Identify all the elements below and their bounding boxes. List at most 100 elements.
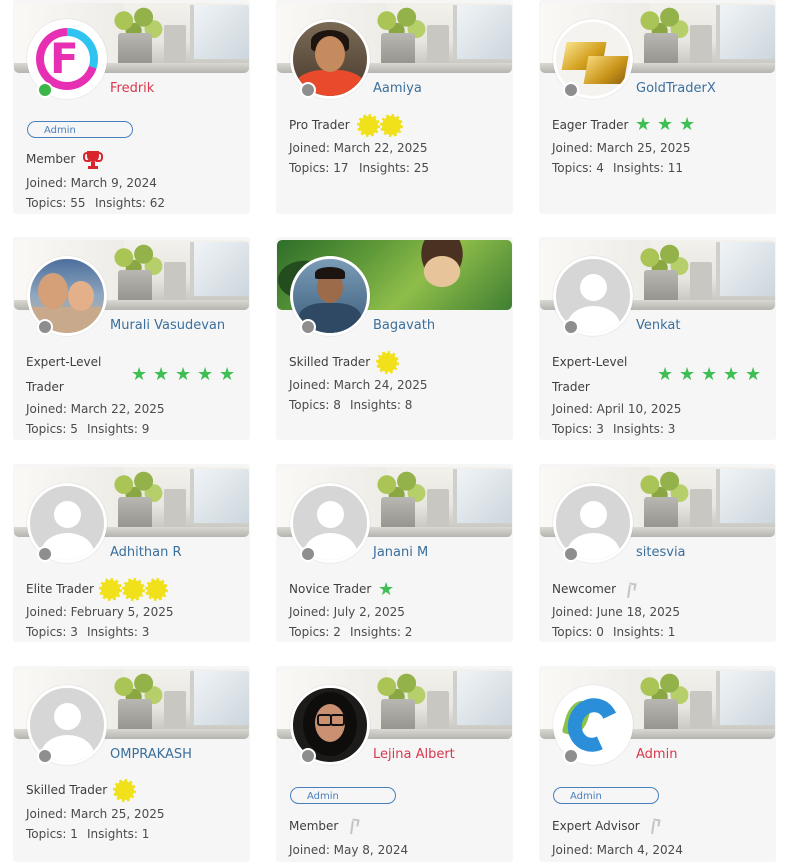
online-status-dot: [37, 82, 53, 98]
member-name[interactable]: Aamiya: [373, 81, 422, 96]
twig-icon: [623, 582, 635, 598]
offline-status-dot: [300, 319, 316, 335]
insights-count: Insights: 11: [613, 161, 684, 175]
member-card[interactable]: Lejina Albert Admin Member Joined: May 8…: [276, 666, 513, 862]
joined-date: Joined: March 22, 2025: [26, 402, 165, 416]
topics-count: Topics: 3: [26, 625, 78, 639]
member-card[interactable]: Venkat Expert-Level Trader ★ ★ ★ ★ ★ Joi…: [539, 237, 776, 440]
member-name[interactable]: Venkat: [636, 318, 680, 333]
member-card[interactable]: Bagavath Skilled Trader Joined: March 24…: [276, 237, 513, 440]
star-icon: ★: [657, 364, 674, 385]
rank-label: Expert Advisor: [552, 819, 640, 833]
rank-label: Member: [26, 152, 76, 166]
topics-count: Topics: 55: [26, 196, 86, 210]
member-card[interactable]: GoldTraderX Eager Trader ★ ★ ★ Joined: M…: [539, 0, 776, 214]
topics-count: Topics: 8: [289, 398, 341, 412]
member-name[interactable]: GoldTraderX: [636, 81, 716, 96]
member-name[interactable]: OMPRAKASH: [110, 747, 192, 762]
joined-date: Joined: March 25, 2025: [552, 141, 691, 155]
rank-label: Skilled Trader: [289, 355, 371, 369]
star-icon: ★: [745, 364, 762, 385]
member-name[interactable]: Admin: [636, 747, 677, 762]
rank-label: Newcomer: [552, 582, 617, 596]
joined-date: Joined: July 2, 2025: [289, 605, 405, 619]
joined-date: Joined: February 5, 2025: [26, 605, 174, 619]
insights-count: Insights: 9: [87, 422, 150, 436]
member-card[interactable]: Aamiya Pro Trader Joined: March 22, 2025…: [276, 0, 513, 214]
rank-label: Novice Trader: [289, 582, 372, 596]
member-name[interactable]: Janani M: [373, 545, 428, 560]
admin-badge: Admin: [27, 121, 133, 138]
joined-date: Joined: March 22, 2025: [289, 141, 428, 155]
member-card[interactable]: Admin Admin Expert Advisor Joined: March…: [539, 666, 776, 862]
topics-count: Topics: 1: [26, 827, 78, 841]
topics-count: Topics: 2: [289, 625, 341, 639]
rank-label: Pro Trader: [289, 118, 350, 132]
offline-status-dot: [563, 546, 579, 562]
star-icon: ★: [153, 364, 170, 385]
insights-count: Insights: 1: [613, 625, 676, 639]
rank-label: Elite Trader: [26, 582, 94, 596]
insights-count: Insights: 62: [95, 196, 166, 210]
rank-label: Skilled Trader: [26, 783, 108, 797]
member-card[interactable]: Murali Vasudevan Expert-Level Trader ★ ★…: [13, 237, 250, 440]
joined-date: Joined: March 24, 2025: [289, 378, 428, 392]
star-icon: ★: [197, 364, 214, 385]
member-card[interactable]: F Fredrik Admin Member Joined: March 9, …: [13, 0, 250, 214]
offline-status-dot: [300, 82, 316, 98]
sun-badge-icon: [113, 779, 136, 802]
twig-icon: [346, 818, 358, 834]
joined-date: Joined: March 4, 2024: [552, 843, 683, 857]
twig-icon: [647, 818, 659, 834]
topics-count: Topics: 5: [26, 422, 78, 436]
member-card[interactable]: Janani M Novice Trader ★ Joined: July 2,…: [276, 464, 513, 642]
joined-date: Joined: May 8, 2024: [289, 843, 409, 857]
rank-label: Eager Trader: [552, 118, 629, 132]
member-name[interactable]: Murali Vasudevan: [110, 318, 225, 333]
admin-badge: Admin: [553, 787, 659, 804]
topics-count: Topics: 0: [552, 625, 604, 639]
member-name[interactable]: Lejina Albert: [373, 747, 455, 762]
rank-label: Expert-Level Trader: [552, 355, 628, 394]
member-name[interactable]: Adhithan R: [110, 545, 181, 560]
offline-status-dot: [37, 319, 53, 335]
member-card[interactable]: Adhithan R Elite Trader Joined: February…: [13, 464, 250, 642]
star-icon: ★: [175, 364, 192, 385]
sun-badge-icon: [380, 114, 403, 137]
member-card[interactable]: OMPRAKASH Skilled Trader Joined: March 2…: [13, 666, 250, 862]
insights-count: Insights: 3: [613, 422, 676, 436]
star-icon: ★: [723, 364, 740, 385]
offline-status-dot: [37, 546, 53, 562]
star-icon: ★: [679, 364, 696, 385]
trophy-icon: [83, 150, 103, 170]
joined-date: Joined: March 9, 2024: [26, 176, 157, 190]
member-name[interactable]: sitesvia: [636, 545, 686, 560]
sun-badge-icon: [145, 578, 168, 601]
rank-label: Expert-Level Trader: [26, 355, 102, 394]
star-icon: ★: [657, 114, 674, 135]
member-card[interactable]: sitesvia Newcomer Joined: June 18, 2025 …: [539, 464, 776, 642]
star-icon: ★: [219, 364, 236, 385]
insights-count: Insights: 25: [359, 161, 430, 175]
insights-count: Insights: 2: [350, 625, 413, 639]
star-icon: ★: [635, 114, 652, 135]
joined-date: Joined: June 18, 2025: [552, 605, 681, 619]
offline-status-dot: [37, 748, 53, 764]
sun-badge-icon: [99, 578, 122, 601]
offline-status-dot: [563, 319, 579, 335]
member-name[interactable]: Bagavath: [373, 318, 435, 333]
sun-badge-icon: [122, 578, 145, 601]
star-icon: ★: [378, 579, 395, 600]
sun-badge-icon: [376, 351, 399, 374]
topics-count: Topics: 3: [552, 422, 604, 436]
offline-status-dot: [563, 82, 579, 98]
star-icon: ★: [131, 364, 148, 385]
star-icon: ★: [679, 114, 696, 135]
topics-count: Topics: 4: [552, 161, 604, 175]
insights-count: Insights: 1: [87, 827, 150, 841]
insights-count: Insights: 8: [350, 398, 413, 412]
joined-date: Joined: March 25, 2025: [26, 807, 165, 821]
member-name[interactable]: Fredrik: [110, 81, 154, 96]
topics-count: Topics: 17: [289, 161, 349, 175]
sun-badge-icon: [357, 114, 380, 137]
